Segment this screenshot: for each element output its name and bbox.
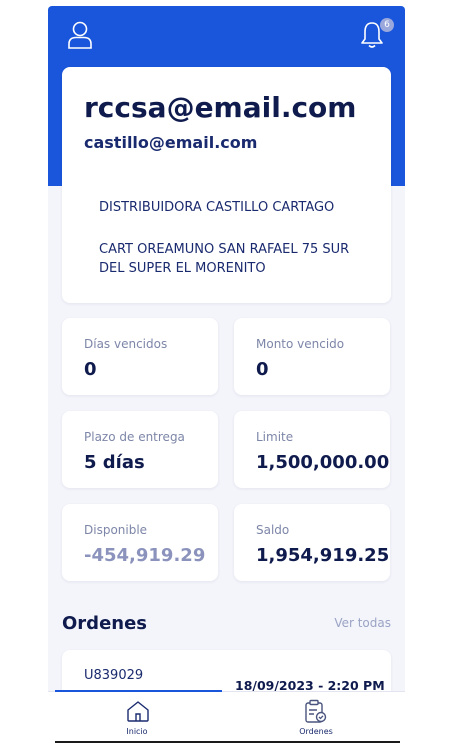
stat-value: 1,954,919.25 [256, 545, 390, 566]
order-id: U839029 [84, 668, 144, 683]
notifications-button[interactable]: 6 [358, 18, 394, 50]
orders-section-title: Ordenes [62, 613, 148, 634]
app-screen: 6 rccsa@email.com castillo@email.com DIS… [48, 6, 405, 742]
stat-card-plazo-entrega: Plazo de entrega 5 días [62, 411, 218, 488]
stat-value: 5 días [84, 452, 145, 473]
stat-value: 0 [84, 359, 97, 380]
user-icon [68, 21, 92, 49]
stat-label: Disponible [84, 523, 148, 537]
active-tab-indicator [55, 690, 222, 692]
stat-value: 1,500,000.00 [256, 452, 390, 473]
see-all-orders-link[interactable]: Ver todas [334, 616, 391, 630]
tab-label: Ordenes [299, 727, 333, 736]
stat-label: Plazo de entrega [84, 430, 185, 444]
stat-value: 0 [256, 359, 269, 380]
bottom-tab-bar: Inicio Ordenes [48, 691, 405, 742]
profile-button[interactable] [66, 20, 94, 50]
company-address: CART OREAMUNO SAN RAFAEL 75 SUR DEL SUPE… [99, 242, 350, 276]
stat-label: Limite [256, 430, 294, 444]
account-card: rccsa@email.com castillo@email.com DISTR… [62, 67, 391, 303]
stat-card-limite: Limite 1,500,000.00 [234, 411, 390, 488]
home-indicator [55, 741, 400, 743]
clipboard-icon [305, 699, 327, 723]
notification-badge: 6 [380, 18, 394, 32]
stat-label: Saldo [256, 523, 290, 537]
tab-inicio[interactable]: Inicio [48, 692, 226, 742]
stat-card-monto-vencido: Monto vencido 0 [234, 318, 390, 395]
stat-card-disponible: Disponible -454,919.29 [62, 504, 218, 581]
primary-email: rccsa@email.com [84, 91, 357, 124]
company-name: DISTRIBUIDORA CASTILLO CARTAGO [99, 200, 335, 215]
stat-card-dias-vencidos: Días vencidos 0 [62, 318, 218, 395]
tab-label: Inicio [126, 727, 148, 736]
tab-ordenes[interactable]: Ordenes [227, 692, 405, 742]
stat-label: Monto vencido [256, 337, 345, 351]
home-icon [127, 701, 149, 722]
stat-value: -454,919.29 [84, 545, 206, 566]
stat-label: Días vencidos [84, 337, 168, 351]
stat-card-saldo: Saldo 1,954,919.25 [234, 504, 390, 581]
secondary-email: castillo@email.com [84, 133, 258, 152]
